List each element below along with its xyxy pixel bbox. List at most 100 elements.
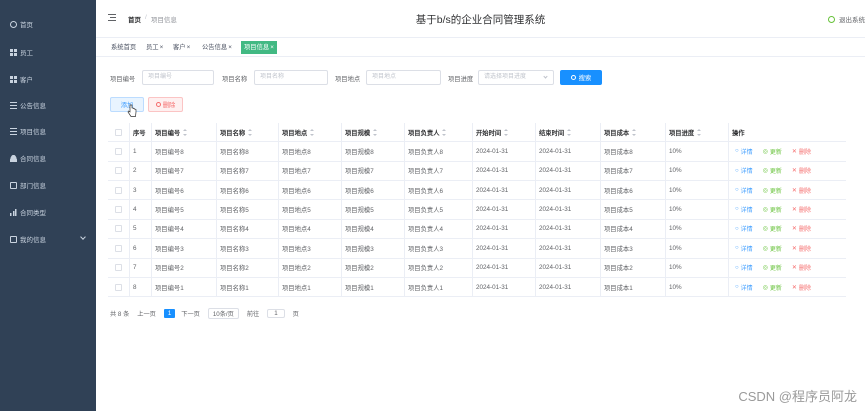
pagination-goto-input[interactable]: 1 (267, 308, 285, 318)
sidebar-item-3[interactable]: 公告信息 (0, 95, 96, 115)
detail-button[interactable]: ○ 详情 (735, 283, 753, 292)
delete-icon (155, 102, 161, 107)
column-header[interactable]: 项目规模 (342, 123, 405, 141)
sidebar-item-8[interactable]: 我的信息 (0, 229, 96, 249)
column-header-label: 序号 (133, 129, 146, 137)
delete-button[interactable]: 删除 (148, 97, 183, 112)
detail-button[interactable]: ○ 详情 (735, 186, 753, 195)
sort-icon[interactable] (248, 128, 253, 136)
sort-icon[interactable] (632, 128, 637, 136)
tag-0[interactable]: 系统首页 (109, 41, 138, 54)
pagination-next[interactable]: 下一页 (181, 309, 200, 318)
detail-button[interactable]: ○ 详情 (735, 244, 753, 253)
close-icon[interactable]: × (187, 44, 191, 51)
delete-button[interactable]: ✕ 删除 (792, 186, 811, 195)
pagination-page-size[interactable]: 10条/页 (207, 307, 239, 319)
row-checkbox[interactable] (115, 264, 122, 272)
sidebar-item-7[interactable]: 合同类型 (0, 202, 96, 222)
row-checkbox[interactable] (115, 225, 122, 233)
column-header[interactable]: 项目负责人 (405, 123, 473, 141)
edit-button[interactable]: ◎ 更新 (763, 263, 782, 272)
select-all-checkbox[interactable] (115, 128, 122, 136)
row-checkbox[interactable] (115, 244, 122, 252)
sidebar-item-1[interactable]: 员工 (0, 42, 96, 62)
delete-button[interactable]: ✕ 删除 (792, 205, 811, 214)
project-no-input[interactable]: 项目编号 (142, 70, 214, 85)
column-header[interactable]: 开始时间 (473, 123, 536, 141)
sidebar-item-0[interactable]: 首页 (0, 14, 96, 34)
table-cell: 2024-01-31 (536, 142, 601, 161)
sort-icon[interactable] (567, 128, 572, 136)
edit-button[interactable]: ◎ 更新 (763, 147, 782, 156)
delete-button[interactable]: ✕ 删除 (792, 263, 811, 272)
edit-button[interactable]: ◎ 更新 (763, 186, 782, 195)
search-button[interactable]: 搜索 (560, 70, 602, 85)
sidebar-item-6[interactable]: 部门信息 (0, 175, 96, 195)
delete-button[interactable]: ✕ 删除 (792, 147, 811, 156)
delete-button[interactable]: ✕ 删除 (792, 224, 811, 233)
grid-icon (10, 75, 17, 83)
logout-button[interactable]: 退出系统 (828, 14, 865, 24)
table-cell: 项目名称4 (217, 219, 279, 239)
tag-1[interactable]: 员工× (144, 41, 165, 54)
table-cell: 项目成本2 (601, 258, 666, 277)
tag-4[interactable]: 项目信息× (241, 41, 277, 54)
tag-3[interactable]: 公告信息× (200, 41, 234, 54)
close-icon: ✕ (791, 245, 797, 252)
detail-button[interactable]: ○ 详情 (735, 263, 753, 273)
delete-button[interactable]: ✕ 删除 (792, 283, 811, 292)
edit-button[interactable]: ◎ 更新 (763, 244, 782, 253)
detail-button[interactable]: ○ 详情 (735, 205, 753, 214)
close-icon[interactable]: × (228, 44, 232, 51)
detail-button[interactable]: ○ 详情 (735, 166, 753, 176)
row-select-cell (108, 239, 130, 258)
sort-icon[interactable] (442, 128, 447, 136)
edit-button[interactable]: ◎ 更新 (763, 166, 782, 175)
row-checkbox[interactable] (115, 167, 122, 175)
edit-button[interactable]: ◎ 更新 (763, 224, 782, 233)
row-checkbox[interactable] (115, 186, 122, 194)
project-location-input[interactable]: 项目地点 (366, 70, 441, 85)
edit-button[interactable]: ◎ 更新 (763, 283, 782, 292)
edit-icon: ◎ (762, 148, 768, 155)
project-name-input[interactable]: 项目名称 (254, 70, 328, 85)
row-checkbox[interactable] (115, 147, 122, 155)
detail-button[interactable]: ○ 详情 (735, 224, 753, 234)
column-header[interactable]: 项目成本 (601, 123, 666, 141)
column-header-label: 项目地点 (282, 129, 308, 137)
table-cell: 项目名称5 (217, 200, 279, 219)
project-progress-select[interactable]: 请选择项目进度 (478, 70, 554, 85)
detail-button[interactable]: ○ 详情 (735, 147, 753, 156)
row-checkbox[interactable] (115, 283, 122, 291)
delete-label: 删除 (798, 169, 811, 176)
sort-icon[interactable] (373, 128, 378, 136)
sidebar-item-5[interactable]: 合同信息 (0, 148, 96, 168)
search-icon: ○ (735, 284, 739, 291)
column-header[interactable]: 项目地点 (279, 123, 342, 141)
edit-label: 更新 (769, 169, 782, 176)
sidebar-item-2[interactable]: 客户 (0, 69, 96, 89)
delete-button[interactable]: ✕ 删除 (792, 166, 811, 175)
edit-button[interactable]: ◎ 更新 (763, 205, 782, 214)
sort-icon[interactable] (310, 128, 315, 136)
menu-icon (10, 127, 17, 135)
delete-button[interactable]: ✕ 删除 (792, 244, 811, 253)
column-header[interactable]: 项目编号 (152, 123, 217, 141)
column-header: 操作 (729, 123, 846, 141)
pagination-page-1[interactable]: 1 (163, 308, 176, 318)
project-progress-label: 项目进度 (448, 76, 474, 83)
sidebar-item-4[interactable]: 项目信息 (0, 121, 96, 141)
sort-icon[interactable] (183, 128, 188, 136)
sort-icon[interactable] (697, 128, 702, 136)
column-header[interactable]: 项目进度 (666, 123, 729, 141)
close-icon[interactable]: × (160, 44, 164, 51)
pagination-prev[interactable]: 上一页 (137, 309, 156, 318)
sort-icon[interactable] (504, 128, 509, 136)
column-header[interactable]: 结束时间 (536, 123, 601, 141)
close-icon[interactable]: × (270, 44, 274, 51)
row-checkbox[interactable] (115, 205, 122, 213)
column-header[interactable]: 项目名称 (217, 123, 279, 141)
table-cell: 2 (130, 161, 152, 180)
table-cell: 项目规模4 (342, 219, 405, 239)
tag-2[interactable]: 客户× (171, 41, 192, 54)
